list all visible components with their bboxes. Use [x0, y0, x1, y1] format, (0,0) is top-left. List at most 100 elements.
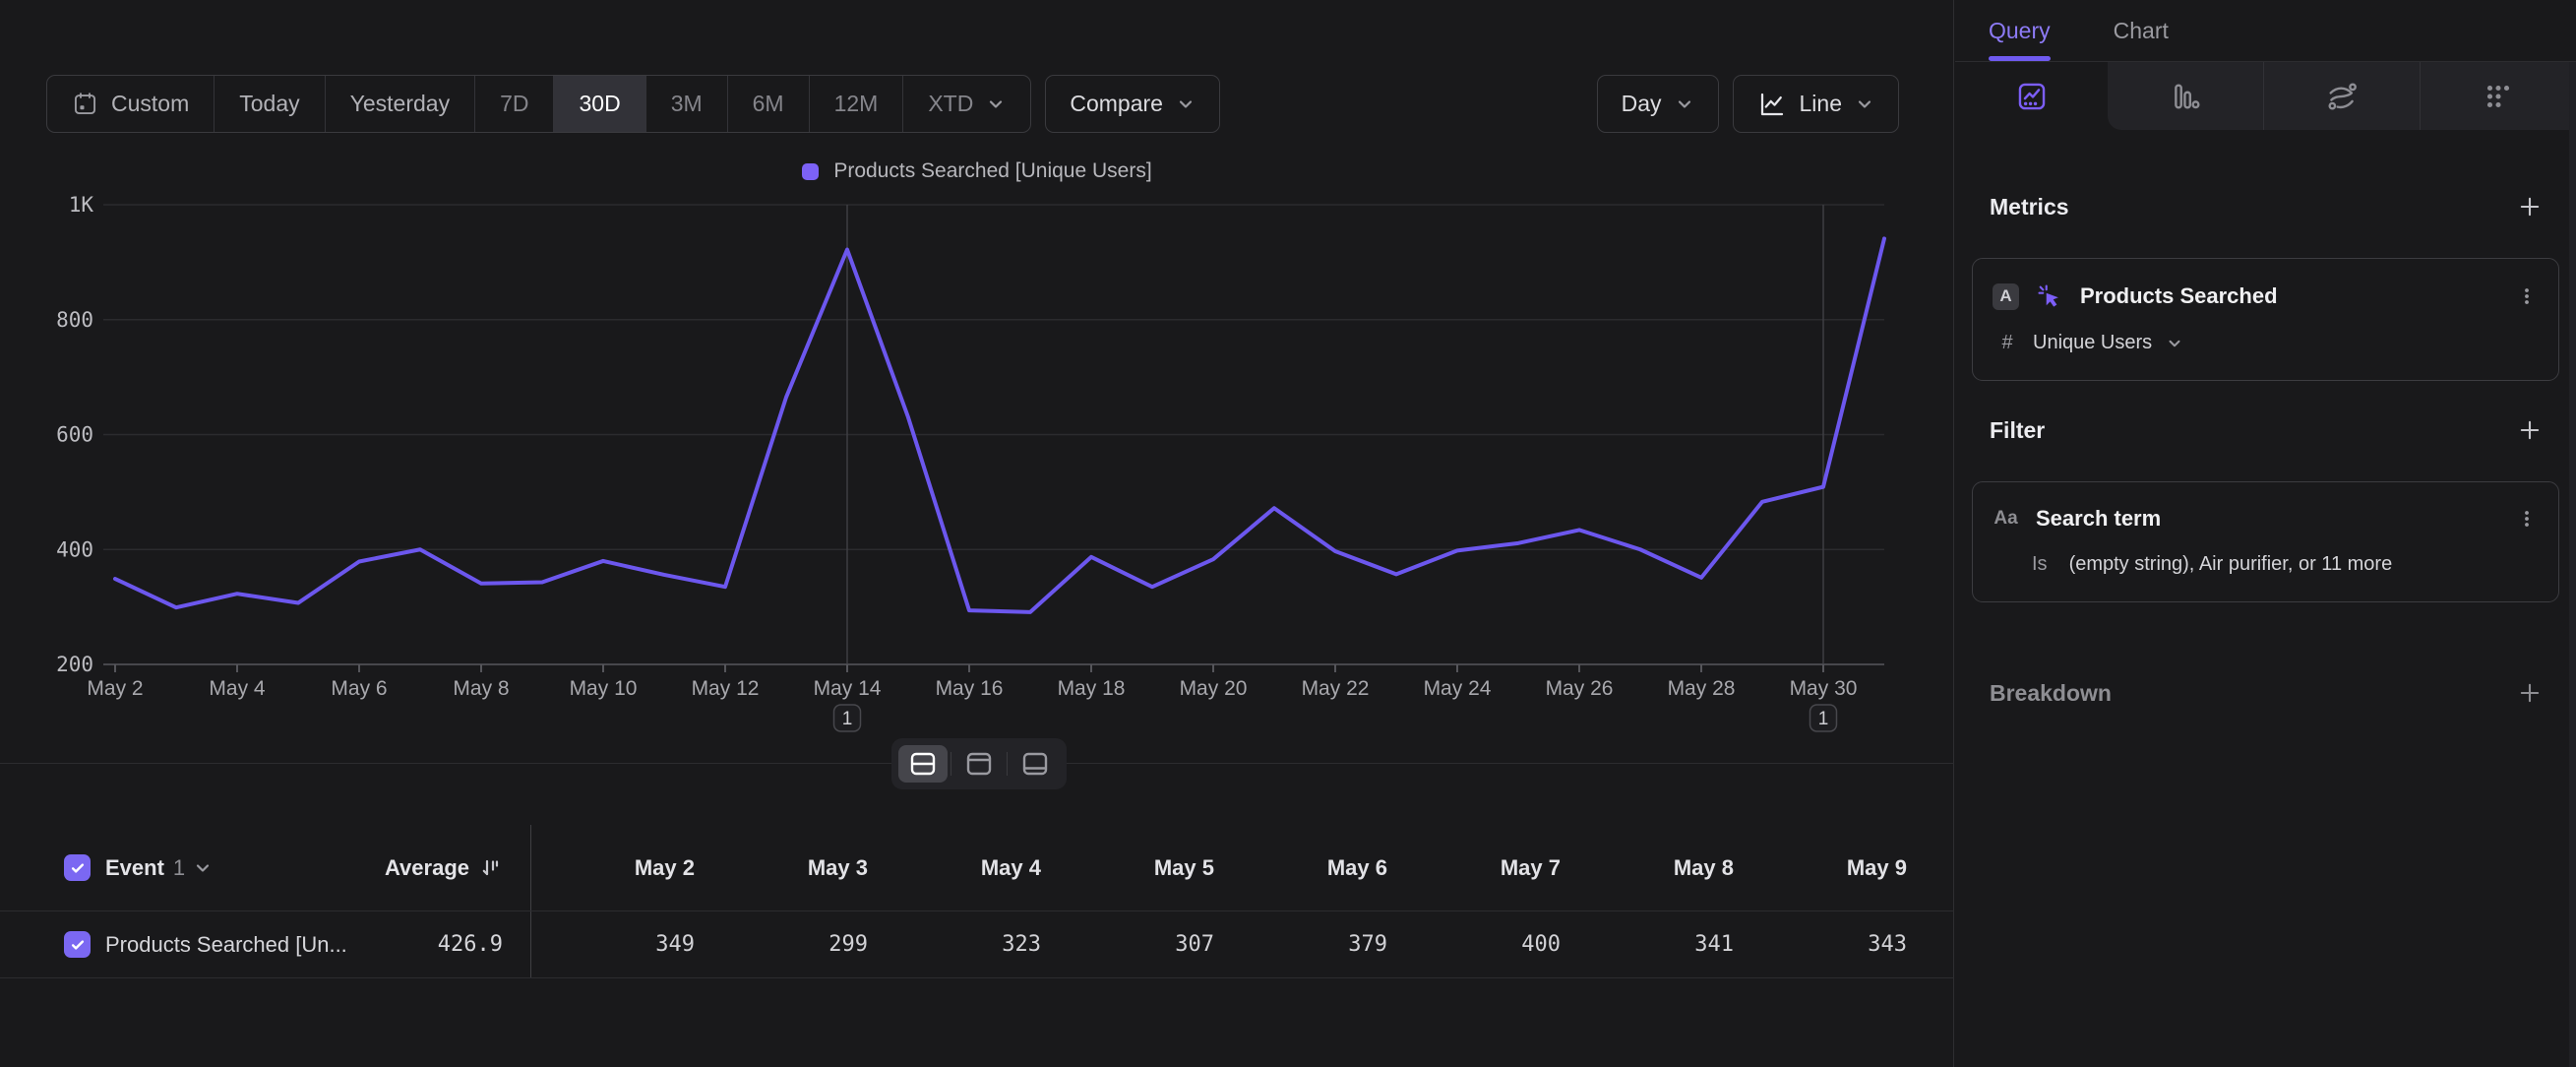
column-header-may-8[interactable]: May 8 — [1570, 855, 1744, 881]
aggregation-label: Unique Users — [2033, 332, 2152, 354]
metric-name: Products Searched — [2080, 283, 2278, 309]
tab-query[interactable]: Query — [1989, 0, 2051, 61]
column-header-may-2[interactable]: May 2 — [531, 855, 705, 881]
y-tick-label: 200 — [56, 653, 93, 676]
column-header-may-3[interactable]: May 3 — [705, 855, 878, 881]
metrics-section-header: Metrics — [1972, 193, 2559, 220]
active-tab-underline — [1989, 56, 2051, 61]
filter-card-row: Aa Search term — [1993, 506, 2539, 532]
chevron-down-icon[interactable] — [193, 858, 213, 878]
view-tab-grid[interactable] — [2420, 62, 2576, 130]
column-header-may-6[interactable]: May 6 — [1224, 855, 1397, 881]
aggregation-prefix: # — [1995, 332, 2019, 354]
x-tick-label: May 30 — [1790, 677, 1858, 700]
query-builder: Metrics A Products Searched # Unique Use… — [1955, 193, 2576, 707]
chevron-down-icon — [1176, 94, 1196, 114]
date-range-custom[interactable]: Custom — [47, 76, 215, 132]
kebab-menu-icon[interactable] — [2515, 284, 2539, 308]
date-range-12m[interactable]: 12M — [810, 76, 904, 132]
column-header-may-5[interactable]: May 5 — [1051, 855, 1224, 881]
y-tick-label: 800 — [56, 308, 93, 332]
granularity-dropdown[interactable]: Day — [1597, 75, 1719, 133]
results-table: Event 1 Average May 2May 3May 4May 5May … — [0, 825, 1954, 978]
view-tab-flows[interactable] — [2263, 62, 2420, 130]
cell-value-may-2: 349 — [531, 932, 705, 957]
column-header-may-4[interactable]: May 4 — [878, 855, 1051, 881]
add-filter-button[interactable] — [2516, 416, 2544, 444]
x-tick-label: May 2 — [87, 677, 143, 700]
chart-type-label: Line — [1800, 91, 1842, 117]
row-checkbox[interactable] — [64, 931, 91, 958]
layout-toggle-table-view[interactable] — [954, 745, 1004, 783]
date-range-7d[interactable]: 7D — [475, 76, 554, 132]
string-type-badge: Aa — [1993, 508, 2019, 530]
toolbar-spacer — [1220, 75, 1597, 133]
x-tick-label: May 6 — [331, 677, 387, 700]
series-line — [115, 238, 1884, 611]
date-range-6m[interactable]: 6M — [728, 76, 810, 132]
average-column-header[interactable]: Average — [385, 855, 503, 881]
sort-descending-icon — [479, 856, 503, 880]
event-count: 1 — [173, 855, 185, 881]
view-tab-insights[interactable] — [1955, 62, 2108, 130]
column-header-may-7[interactable]: May 7 — [1397, 855, 1570, 881]
layout-toggle-group — [891, 738, 1067, 789]
x-tick-label: May 10 — [570, 677, 638, 700]
grid-icon — [2482, 80, 2515, 113]
layout-toggle-split-view[interactable] — [898, 745, 948, 783]
cell-value-may-3: 299 — [705, 932, 878, 957]
date-range-group: CustomTodayYesterday7D30D3M6M12MXTD — [46, 75, 1031, 133]
event-column-label: Event — [105, 855, 164, 881]
chart-type-dropdown[interactable]: Line — [1733, 75, 1899, 133]
add-metric-button[interactable] — [2516, 193, 2544, 220]
cell-value-may-7: 400 — [1397, 932, 1570, 957]
tab-chart[interactable]: Chart — [2114, 0, 2169, 61]
insights-icon — [2015, 80, 2049, 113]
filter-section-header: Filter — [1972, 416, 2559, 444]
table-row: Products Searched [Un... 426.9 349299323… — [0, 911, 1954, 978]
table-date-values: 349299323307379400341343 — [531, 932, 1917, 957]
chevron-down-icon — [2166, 335, 2183, 352]
x-tick-label: May 18 — [1058, 677, 1126, 700]
table-header-row: Event 1 Average May 2May 3May 4May 5May … — [0, 825, 1954, 911]
x-tick-label: May 22 — [1302, 677, 1370, 700]
cell-value-may-4: 323 — [878, 932, 1051, 957]
metric-aggregation-row[interactable]: # Unique Users — [1993, 332, 2539, 354]
filter-card[interactable]: Aa Search term Is (empty string), Air pu… — [1972, 481, 2559, 602]
view-tabs-inactive-group — [2108, 62, 2576, 130]
cell-value-may-9: 343 — [1744, 932, 1917, 957]
panel-tabs: Query Chart — [1955, 0, 2576, 62]
metric-letter-badge: A — [1993, 283, 2019, 310]
granularity-label: Day — [1622, 91, 1662, 117]
annotation-badge-label: 1 — [842, 709, 853, 729]
compare-button[interactable]: Compare — [1045, 75, 1220, 133]
breakdown-title: Breakdown — [1990, 680, 2112, 707]
metric-card[interactable]: A Products Searched # Unique Users — [1972, 258, 2559, 381]
line-chart-icon — [1757, 90, 1787, 119]
y-tick-label: 1K — [69, 193, 94, 217]
breakdown-section-header: Breakdown — [1972, 679, 2559, 707]
view-tab-bars[interactable] — [2108, 62, 2263, 130]
date-range-3m[interactable]: 3M — [646, 76, 728, 132]
cell-value-may-6: 379 — [1224, 932, 1397, 957]
select-all-checkbox[interactable] — [64, 854, 91, 881]
event-click-icon — [2036, 282, 2063, 310]
toggle-separator — [1007, 752, 1008, 776]
filter-operator: Is — [2032, 553, 2048, 576]
panel-scrollbar[interactable] — [2569, 62, 2576, 1067]
layout-toggle-chart-view[interactable] — [1011, 745, 1060, 783]
date-range-xtd[interactable]: XTD — [903, 76, 1030, 132]
date-range-30d[interactable]: 30D — [554, 76, 645, 132]
x-tick-label: May 20 — [1180, 677, 1248, 700]
column-header-may-9[interactable]: May 9 — [1744, 855, 1917, 881]
table-date-headers: May 2May 3May 4May 5May 6May 7May 8May 9 — [531, 855, 1917, 881]
calendar-icon — [72, 91, 98, 117]
x-tick-label: May 28 — [1668, 677, 1736, 700]
metrics-title: Metrics — [1990, 194, 2069, 220]
x-tick-label: May 4 — [209, 677, 266, 700]
add-breakdown-button[interactable] — [2516, 679, 2544, 707]
date-range-today[interactable]: Today — [215, 76, 325, 132]
kebab-menu-icon[interactable] — [2515, 507, 2539, 531]
filter-condition-row[interactable]: Is (empty string), Air purifier, or 11 m… — [1993, 553, 2539, 576]
date-range-yesterday[interactable]: Yesterday — [326, 76, 475, 132]
